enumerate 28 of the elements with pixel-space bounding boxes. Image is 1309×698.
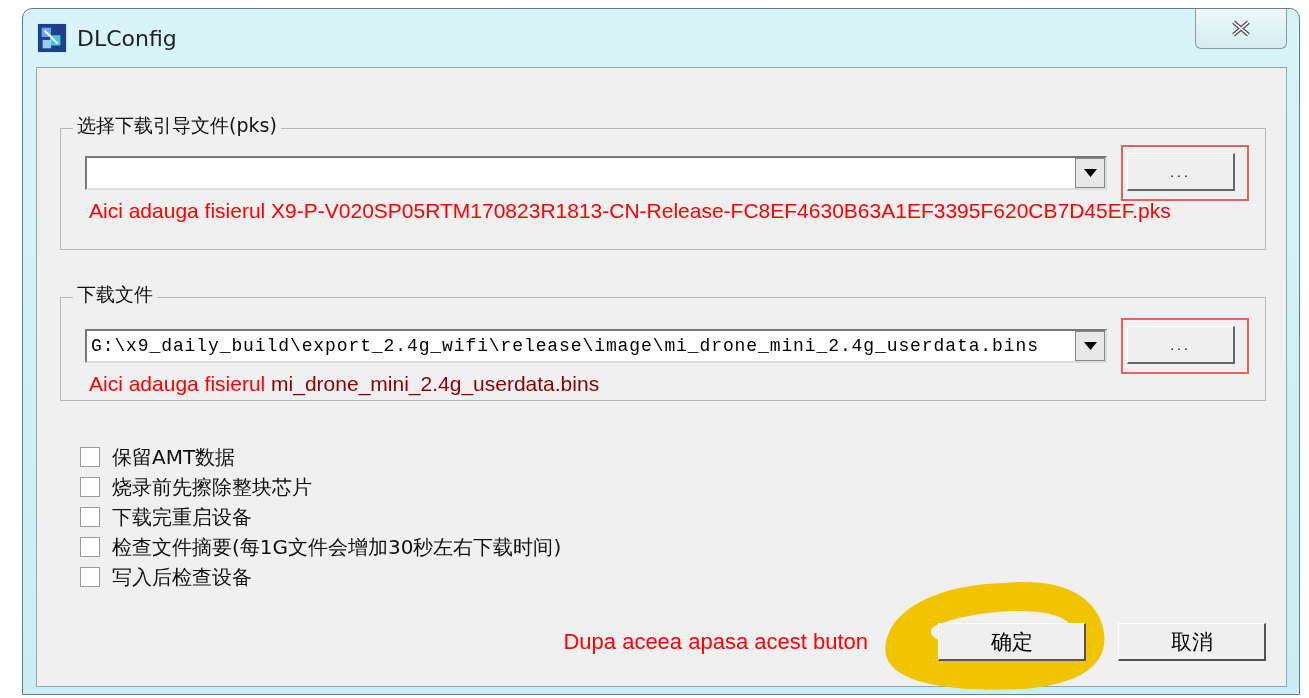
checkbox[interactable] [80,537,100,557]
window-title: DLConfig [77,25,178,51]
browse-button[interactable]: ... [1127,153,1235,191]
file-combo-box[interactable] [85,156,1107,190]
dropdown-arrow-icon [1083,342,1097,350]
file-combo-box[interactable]: G:\x9_daily_build\export_2.4g_wifi\release\image\mi_drone_mini_2.4g_userdata.bins [85,329,1107,363]
app-icon [37,23,67,53]
checkbox[interactable] [80,447,100,467]
checkbox-label: 写入后检查设备 [112,563,252,591]
dialog-button[interactable]: 确定 [938,623,1086,661]
checkbox-label: 保留AMT数据 [112,443,236,471]
dropdown-arrow-icon [1083,169,1097,177]
group-title: 选择下载引导文件(pks) [73,113,281,139]
dialog-button[interactable]: 取消 [1118,623,1266,661]
close-icon [1230,20,1252,37]
annotation-note: Dupa aceea apasa acest buton [563,629,868,655]
checkbox-label: 下载完重启设备 [112,503,252,531]
dropdown-button[interactable] [1075,331,1105,361]
browse-button[interactable]: ... [1127,326,1235,364]
dropdown-button[interactable] [1075,158,1105,188]
annotation-note: Aici adauga fisierul X9-P-V020SP05RTM170823R1813-CN-Release-FC8EF4630B63A1EF3395F620CB7D45EF.pks [88,198,1172,224]
checkbox[interactable] [80,507,100,527]
checkbox[interactable] [80,477,100,497]
checkbox[interactable] [80,567,100,587]
close-button[interactable] [1195,9,1287,49]
annotation-note: Aici adauga fisierul mi_drone_mini_2.4g_userdata.bins [88,371,601,398]
checkbox-label: 烧录前先擦除整块芯片 [112,473,312,501]
checkbox-label: 检查文件摘要(每1G文件会增加30秒左右下载时间) [112,533,562,561]
